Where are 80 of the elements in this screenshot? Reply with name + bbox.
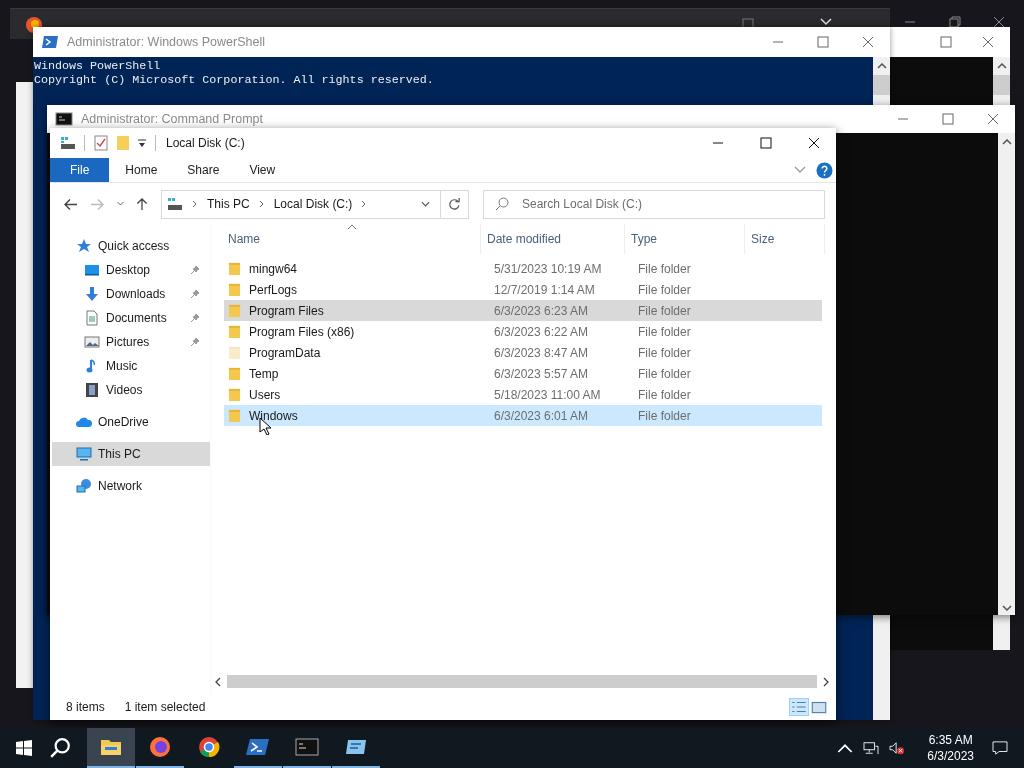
clock-time[interactable]: 6:35 AM [928, 732, 973, 748]
search-icon[interactable] [49, 737, 71, 759]
checklist-icon[interactable] [93, 135, 109, 151]
details-view-icon[interactable] [790, 699, 808, 715]
file-row[interactable]: Users 5/18/2023 11:00 AM File folder [224, 384, 822, 405]
nav-item[interactable]: Videos [52, 378, 210, 402]
breadcrumb-item[interactable]: This PC [207, 197, 250, 211]
computer-icon [76, 446, 92, 462]
refresh-button[interactable] [440, 189, 469, 219]
speaker-muted-icon[interactable] [889, 741, 906, 755]
refresh-icon [448, 197, 461, 211]
star-icon [76, 238, 92, 254]
nav-item[interactable]: Documents [52, 306, 210, 330]
window-title: Administrator: Windows PowerShell [67, 35, 265, 49]
nav-item[interactable]: Music [52, 354, 210, 378]
network-icon[interactable] [863, 741, 880, 755]
browser-logo-icon [197, 735, 221, 759]
window-title: Local Disk (C:) [166, 136, 245, 150]
maximize-icon[interactable] [760, 137, 772, 149]
document-icon [84, 310, 100, 326]
breadcrumb-item[interactable]: Local Disk (C:) [273, 197, 353, 211]
network-icon [76, 478, 92, 494]
search-icon [495, 196, 509, 211]
column-header[interactable]: Size [745, 224, 825, 254]
up-arrow-icon[interactable] [135, 197, 149, 211]
selection-count: 1 item selected [124, 700, 206, 714]
console-icon [55, 111, 73, 127]
chevron-down-icon[interactable] [820, 16, 832, 28]
restore-icon[interactable] [949, 16, 961, 28]
address-bar[interactable]: This PC Local Disk (C:) [161, 189, 440, 219]
nav-item[interactable]: Network [52, 474, 210, 498]
column-header[interactable]: Type [625, 224, 745, 254]
drive-icon [167, 196, 183, 212]
file-row[interactable]: Program Files 6/3/2023 6:23 AM File folder [224, 300, 822, 321]
notification-icon[interactable] [992, 741, 1008, 755]
nav-item[interactable]: Downloads [52, 282, 210, 306]
window-title: Administrator: Command Prompt [81, 112, 263, 126]
console-line: Copyright (C) Microsoft Corporation. All rights reserved. [34, 73, 435, 87]
clock-date[interactable]: 6/3/2023 [927, 748, 974, 764]
monitor-icon [84, 262, 100, 278]
close-icon[interactable] [993, 16, 1005, 28]
nav-item[interactable]: OneDrive [52, 410, 210, 434]
file-row[interactable]: PerfLogs 12/7/2019 1:14 AM File folder [224, 279, 822, 300]
nav-item[interactable]: Pictures [52, 330, 210, 354]
picture-icon [84, 334, 100, 350]
search-field[interactable]: Search Local Disk (C:) [483, 189, 825, 219]
film-icon [84, 382, 100, 398]
column-header[interactable]: Date modified [481, 224, 625, 254]
file-row[interactable]: Windows 6/3/2023 6:01 AM File folder [224, 405, 822, 426]
drive-icon[interactable] [60, 135, 76, 151]
pin-icon[interactable] [190, 313, 200, 323]
back-arrow-icon[interactable] [64, 197, 78, 211]
large-icons-view-icon[interactable] [810, 699, 828, 715]
powershell-icon [41, 34, 59, 50]
chevron-right-icon[interactable] [361, 200, 368, 208]
browser-logo-icon [148, 735, 172, 759]
chevron-right-icon[interactable] [192, 200, 198, 208]
pin-icon[interactable] [190, 265, 200, 275]
pin-icon[interactable] [190, 289, 200, 299]
console-icon [295, 735, 319, 759]
pin-icon[interactable] [190, 337, 200, 347]
column-header[interactable]: Name [226, 224, 481, 254]
chevron-right-icon[interactable] [258, 200, 265, 208]
down-arrow-icon [84, 286, 100, 302]
explorer-taskbar-button[interactable] [87, 728, 135, 768]
sort-caret-icon [347, 224, 357, 230]
close-icon[interactable] [808, 137, 820, 149]
nav-item[interactable]: Desktop [52, 258, 210, 282]
ribbon-tab[interactable]: File [50, 158, 110, 182]
file-row[interactable]: Program Files (x86) 6/3/2023 6:22 AM File folder [224, 321, 822, 342]
item-count: 8 items [66, 700, 105, 714]
dropdown-icon[interactable] [137, 138, 147, 148]
console-line: Windows PowerShell [34, 59, 162, 73]
file-row[interactable]: mingw64 5/31/2023 10:19 AM File folder [224, 258, 822, 279]
windows-start-icon[interactable] [16, 740, 32, 756]
file-row[interactable]: Temp 6/3/2023 5:57 AM File folder [224, 363, 822, 384]
nav-item[interactable]: Quick access [52, 234, 210, 258]
nav-item[interactable]: This PC [52, 442, 210, 466]
file-row[interactable]: ProgramData 6/3/2023 8:47 AM File folder [224, 342, 822, 363]
help-icon[interactable] [816, 161, 833, 179]
